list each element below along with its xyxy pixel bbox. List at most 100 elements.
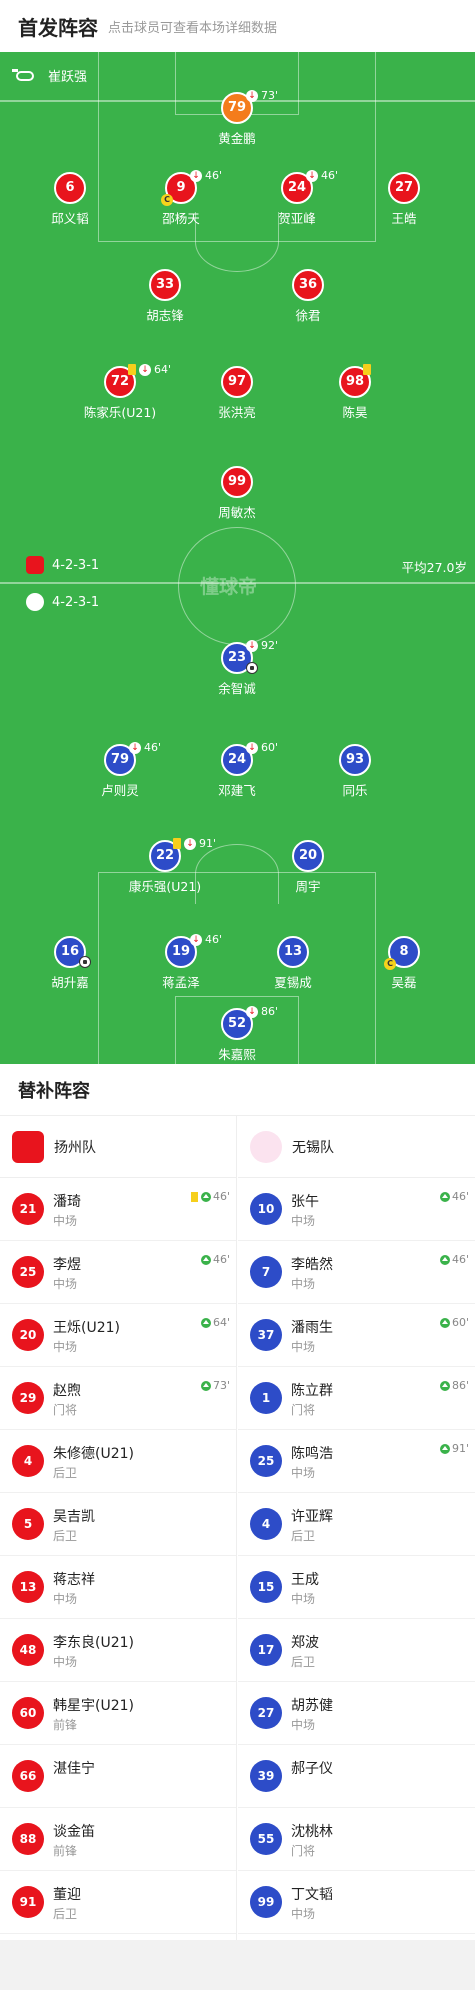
- sub-player-position: 中场: [291, 1466, 316, 1480]
- player-52[interactable]: 52 朱嘉熙 ↓ 86': [182, 1005, 292, 1063]
- sub-on-marker: 91': [439, 1442, 469, 1455]
- sub-player-row[interactable]: 48 李东良(U21) 中场: [0, 1619, 236, 1682]
- sub-off-marker: ↓ 64': [139, 363, 171, 376]
- sub-off-icon: ↓: [190, 933, 202, 946]
- sub-player-row[interactable]: 7 李皓然 中场 46': [238, 1241, 475, 1304]
- player-9[interactable]: 9 邵杨天 ↓ 46' C: [126, 169, 236, 227]
- sub-player-name: 李东良(U21): [53, 1635, 134, 1651]
- sub-player-name: 潘琦: [53, 1194, 81, 1210]
- sub-player-number: 99: [250, 1886, 282, 1918]
- player-number: 6: [54, 172, 86, 204]
- sub-player-position: 后卫: [53, 1907, 78, 1921]
- sub-player-position: 前锋: [53, 1844, 78, 1858]
- player-27[interactable]: 27 王皓: [349, 172, 459, 227]
- sub-player-row[interactable]: 4 许亚辉 后卫: [238, 1493, 475, 1556]
- sub-off-time: 86': [261, 1005, 279, 1018]
- sub-player-row[interactable]: 91 董迎 后卫: [0, 1871, 236, 1934]
- sub-player-row[interactable]: 1 陈立群 门将 86': [238, 1367, 475, 1430]
- sub-player-number: 48: [12, 1634, 44, 1666]
- sub-on-marker: 73': [200, 1379, 230, 1392]
- whistle-icon: [12, 68, 34, 81]
- sub-player-row[interactable]: 20 王烁(U21) 中场 64': [0, 1304, 236, 1367]
- player-number: 33: [149, 269, 181, 301]
- sub-player-row[interactable]: 55 沈桃林 门将: [238, 1808, 475, 1871]
- sub-player-row[interactable]: 15 王成 中场: [238, 1556, 475, 1619]
- away-team-logo-icon: [250, 1130, 282, 1163]
- player-8[interactable]: 8 吴磊 C: [349, 936, 459, 991]
- sub-player-name: 赵煦: [53, 1383, 81, 1399]
- sub-player-row[interactable]: 21 潘琦 中场 46': [0, 1178, 236, 1241]
- sub-player-name: 李皓然: [291, 1257, 333, 1273]
- home-formation-text: 4-2-3-1: [52, 557, 100, 573]
- sub-on-time: 46': [451, 1190, 469, 1203]
- sub-player-row[interactable]: 27 胡苏健 中场: [238, 1682, 475, 1745]
- away-team-header[interactable]: 无锡队: [238, 1116, 475, 1178]
- sub-off-marker: ↓ 60': [246, 741, 278, 754]
- player-98[interactable]: 98 陈昊: [300, 364, 410, 421]
- sub-player-row[interactable]: 5 吴吉凯 后卫: [0, 1493, 236, 1556]
- player-93[interactable]: 93 同乐: [300, 744, 410, 799]
- player-23[interactable]: 23 余智诚 ↓ 92': [182, 639, 292, 697]
- player-79[interactable]: 79 黄金鹏 ↓ 73': [182, 89, 292, 147]
- sub-player-row[interactable]: 37 潘雨生 中场 60': [238, 1304, 475, 1367]
- sub-on-marker: 46': [190, 1190, 230, 1203]
- sub-player-row[interactable]: 60 韩星宇(U21) 前锋: [0, 1682, 236, 1745]
- sub-player-row[interactable]: 25 李煜 中场 46': [0, 1241, 236, 1304]
- player-24[interactable]: 24 邓建飞 ↓ 60': [182, 741, 292, 799]
- sub-player-row[interactable]: 4 朱修德(U21) 后卫: [0, 1430, 236, 1493]
- player-99[interactable]: 99 周敏杰: [182, 466, 292, 521]
- away-team-name: 无锡队: [292, 1139, 334, 1156]
- player-36[interactable]: 36 徐君: [253, 269, 363, 324]
- sub-off-marker: ↓ 46': [190, 169, 222, 182]
- player-33[interactable]: 33 胡志锋: [110, 269, 220, 324]
- player-79[interactable]: 79 卢则灵 ↓ 46': [65, 741, 175, 799]
- player-name: 邓建飞: [218, 783, 256, 798]
- sub-off-marker: ↓ 91': [184, 837, 216, 850]
- sub-off-marker: ↓ 73': [246, 89, 278, 102]
- sub-player-position: 后卫: [53, 1529, 78, 1543]
- sub-off-icon: ↓: [246, 89, 258, 102]
- player-97[interactable]: 97 张洪亮: [182, 366, 292, 421]
- player-name: 王皓: [391, 211, 417, 226]
- sub-on-icon: [439, 1317, 450, 1328]
- watermark: 懂球帝: [200, 576, 258, 598]
- sub-player-row[interactable]: 99 丁文韬 中场: [238, 1871, 475, 1934]
- sub-off-time: 91': [199, 837, 217, 850]
- sub-on-time: 73': [212, 1379, 230, 1392]
- player-16[interactable]: 16 胡升嘉: [15, 936, 125, 991]
- referee-name: 崔跃强: [48, 70, 88, 85]
- player-20[interactable]: 20 周宇: [253, 840, 363, 895]
- player-name: 胡志锋: [146, 308, 184, 323]
- sub-player-row[interactable]: 25 陈鸣浩 中场 91': [238, 1430, 475, 1493]
- sub-player-row[interactable]: 10 张午 中场 46': [238, 1178, 475, 1241]
- sub-player-position: 前锋: [53, 1718, 78, 1732]
- player-72[interactable]: 72 陈家乐(U21) ↓ 64': [65, 363, 175, 421]
- sub-player-row[interactable]: 66 湛佳宁: [0, 1745, 236, 1808]
- sub-off-marker: ↓ 46': [306, 169, 338, 182]
- player-name: 余智诚: [218, 681, 256, 696]
- player-24[interactable]: 24 贺亚峰 ↓ 46': [242, 169, 352, 227]
- player-number: 99: [221, 466, 253, 498]
- sub-player-name: 陈立群: [291, 1383, 333, 1399]
- player-13[interactable]: 13 夏锡成: [238, 936, 348, 991]
- sub-player-row[interactable]: 13 蒋志祥 中场: [0, 1556, 236, 1619]
- sub-player-name: 丁文韬: [291, 1887, 333, 1903]
- player-name: 邵杨天: [162, 211, 200, 226]
- sub-on-time: 60': [451, 1316, 469, 1329]
- player-19[interactable]: 19 蒋孟泽 ↓ 46': [126, 933, 236, 991]
- sub-player-name: 潘雨生: [291, 1320, 333, 1336]
- player-22[interactable]: 22 康乐强(U21) ↓ 91': [110, 837, 220, 895]
- sub-player-row[interactable]: 29 赵煦 门将 73': [0, 1367, 236, 1430]
- home-team-header[interactable]: 扬州队: [0, 1116, 236, 1178]
- sub-player-row[interactable]: 17 郑波 后卫: [238, 1619, 475, 1682]
- sub-player-position: 中场: [53, 1655, 78, 1669]
- sub-player-position: 后卫: [291, 1655, 316, 1669]
- sub-off-icon: ↓: [246, 639, 258, 652]
- player-name: 陈家乐(U21): [83, 405, 157, 420]
- player-name: 胡升嘉: [51, 975, 89, 990]
- sub-off-time: 73': [261, 89, 279, 102]
- sub-player-row[interactable]: 88 谈金笛 前锋: [0, 1808, 236, 1871]
- sub-player-row[interactable]: 39 郝子仪: [238, 1745, 475, 1808]
- player-6[interactable]: 6 邱义韬: [15, 172, 125, 227]
- sub-player-number: 91: [12, 1886, 44, 1918]
